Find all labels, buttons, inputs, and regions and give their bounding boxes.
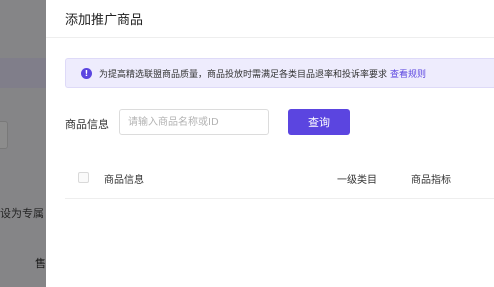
query-button[interactable]: 查询 xyxy=(288,109,350,135)
divider xyxy=(46,37,494,38)
notice-banner: ! 为提高精选联盟商品质量，商品投放时需满足各类目品退率和投诉率要求 查看规则 xyxy=(65,58,494,88)
product-search-input[interactable] xyxy=(119,109,269,135)
column-header-category[interactable]: 一级类目 xyxy=(337,171,377,186)
column-header-metrics[interactable]: 商品指标 xyxy=(411,171,451,186)
modal-overlay[interactable] xyxy=(0,0,46,287)
notice-text: 为提高精选联盟商品质量，商品投放时需满足各类目品退率和投诉率要求 查看规则 xyxy=(99,67,426,80)
drawer-title: 添加推广商品 xyxy=(65,13,144,28)
divider xyxy=(65,198,494,199)
table-header: 商品信息 一级类目 商品指标 xyxy=(65,159,494,197)
info-icon: ! xyxy=(81,68,92,79)
select-all-checkbox[interactable] xyxy=(78,172,89,183)
notice-message: 为提高精选联盟商品质量，商品投放时需满足各类目品退率和投诉率要求 xyxy=(99,70,388,80)
view-rules-link[interactable]: 查看规则 xyxy=(390,70,426,80)
column-header-product-info: 商品信息 xyxy=(104,175,144,186)
product-info-label: 商品信息 xyxy=(65,118,109,131)
add-product-drawer: 添加推广商品 ! 为提高精选联盟商品质量，商品投放时需满足各类目品退率和投诉率要… xyxy=(46,0,494,287)
